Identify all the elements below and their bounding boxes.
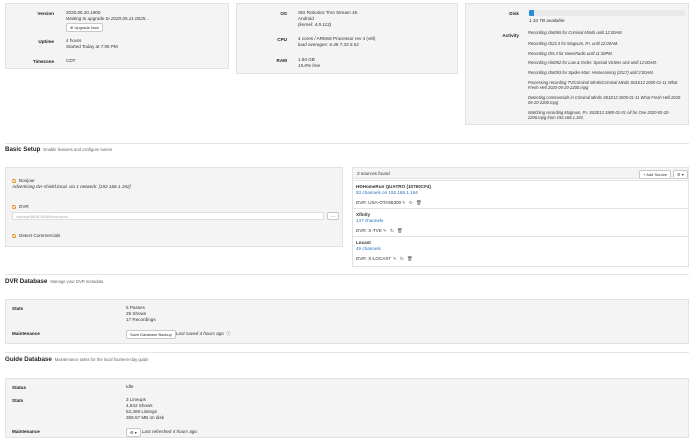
source-dvr: DVR: USA-OTA55300 — [356, 200, 402, 205]
dvr-database-panel: Stats 6 Passes 29 Shows 17 Recordings Ma… — [5, 299, 689, 344]
save-database-backup-button[interactable]: Save Database Backup — [126, 330, 176, 339]
system-info-panel: Version 2020.05.20.1900 Waiting to upgra… — [5, 3, 229, 69]
activity-item: Recording ch5.4 for NewsRadio until 11:3… — [528, 51, 613, 56]
disk-label: Disk — [509, 11, 519, 16]
cpu-load: load averages: 6.48 7.33 6.52 — [298, 42, 359, 47]
timezone-value: CDT — [66, 58, 76, 63]
trash-icon[interactable]: 🗑 — [416, 200, 422, 205]
section-divider — [5, 143, 689, 144]
dvr-path-value: /storage/8838-8938/recordsdvr — [16, 214, 68, 219]
guide-database-subtitle: Maintenance tasks for the local fourteen… — [54, 357, 149, 362]
guide-maintenance-label: Maintenance — [12, 429, 40, 434]
source-detail[interactable]: 53 channels on 192.168.1.164 — [356, 190, 418, 196]
activity-label: Activity — [502, 33, 519, 38]
section-divider — [5, 352, 689, 353]
guide-status-value: Idle — [126, 384, 134, 389]
dvr-stats-label: Stats — [12, 306, 24, 311]
disk-usage-fill — [529, 10, 534, 16]
source-item: HDHomeRun QUATRO (10760CF4) 53 channels … — [352, 180, 689, 208]
activity-item: Recording ch6052 for Law & Order: Specia… — [528, 60, 657, 65]
basic-setup-heading: Basic Setup Enable features and configure… — [5, 146, 112, 153]
add-source-button[interactable]: + Add Source — [639, 170, 672, 179]
refresh-icon[interactable]: ↻ — [390, 228, 394, 233]
sources-header: 3 sources found + Add Source ⚙ ▾ — [352, 167, 689, 179]
timezone-label: Timezone — [32, 59, 54, 64]
source-item: Locast 49 channels DVR: X-LOCAST ✎ ↻ 🗑 — [352, 236, 689, 266]
basic-setup-title: Basic Setup — [5, 146, 41, 153]
guide-maintenance-menu-button[interactable]: ⚙ ▾ — [126, 428, 141, 437]
ram-free: 15.8% free — [298, 63, 321, 68]
source-dvr: DVR: X-LOCAST — [356, 256, 392, 261]
info-icon[interactable]: ⓘ — [226, 331, 230, 336]
sources-count: 3 sources found — [357, 171, 390, 176]
upgrade-now-label: Upgrade Now — [74, 25, 99, 30]
guide-database-panel: Status Idle Stats 3 Lineups 4,842 Shows … — [5, 378, 689, 438]
disk-available: 1.34 TB available — [529, 18, 565, 23]
detect-commercials-checkbox[interactable] — [12, 234, 16, 238]
dvr-maintenance-label: Maintenance — [12, 331, 40, 336]
basic-setup-panel: Bonjour Advertising dvr-shield.local. vi… — [5, 167, 343, 247]
edit-icon[interactable]: ✎ — [402, 200, 406, 205]
os-kernel: (kernel: 4.9.113) — [298, 22, 332, 27]
uptime-started: Started Today at 7:05 PM — [66, 44, 118, 49]
dvr-path-input[interactable]: /storage/8838-8938/recordsdvr — [12, 212, 324, 220]
refresh-icon[interactable]: ↻ — [409, 200, 413, 205]
dvr-database-heading: DVR Database Manage your DVR metadata — [5, 278, 103, 285]
source-detail[interactable]: 49 channels — [356, 246, 381, 252]
section-divider — [5, 274, 689, 275]
disk-usage-bar — [529, 10, 685, 16]
dvr-last-saved: Last saved 4 hours ago — [176, 331, 224, 336]
activity-item: Recording ch23.3 for Magnum, P.I. until … — [528, 41, 619, 46]
source-detail[interactable]: 147 channels — [356, 218, 383, 224]
dvr-browse-button[interactable]: ··· — [327, 212, 339, 220]
edit-icon[interactable]: ✎ — [393, 256, 397, 261]
guide-stats-label: Stats — [12, 398, 24, 403]
source-item: Xfinity 147 channels DVR: X-TVE ✎ ↻ 🗑 — [352, 208, 689, 236]
sources-settings-button[interactable]: ⚙ ▾ — [673, 170, 688, 179]
guide-stat-disk: 358.57 MB on disk — [126, 415, 165, 420]
guide-database-title: Guide Database — [5, 356, 52, 363]
trash-icon[interactable]: 🗑 — [407, 256, 413, 261]
activity-item: Watching recording Magnum, P.I. S03E13 1… — [528, 110, 670, 121]
version-upgrade-note: Waiting to upgrade to 2020.05.21.0025... — [66, 16, 150, 21]
source-dvr: DVR: X-TVE — [356, 228, 382, 233]
activity-item: Recording ch6093 for Spider-Man: Homecom… — [528, 70, 654, 75]
guide-last-refreshed: Last refreshed 4 hours ago — [142, 429, 197, 434]
guide-status-label: Status — [12, 385, 27, 390]
ram-label: RAM — [276, 58, 287, 63]
guide-database-heading: Guide Database Maintenance tasks for the … — [5, 356, 149, 363]
activity-item: Detecting commercials in Criminal Minds … — [528, 95, 682, 106]
version-label: Version — [37, 11, 54, 16]
chevron-down-icon: ▾ — [134, 430, 137, 435]
trash-icon[interactable]: 🗑 — [397, 228, 403, 233]
edit-icon[interactable]: ✎ — [383, 228, 387, 233]
uptime-label: Uptime — [38, 39, 54, 44]
dvr-stat-recordings: 17 Recordings — [126, 317, 156, 322]
activity-item: Processing recording TV/Criminal Minds/C… — [528, 80, 678, 91]
basic-setup-subtitle: Enable features and configure tuners — [43, 147, 113, 152]
os-label: OS — [280, 11, 287, 16]
activity-item: Recording ch6065 for Criminal Minds unti… — [528, 30, 623, 35]
dvr-database-title: DVR Database — [5, 278, 48, 285]
hardware-info-panel: OS SEI Robotics TiVo Stream 4K Android (… — [236, 3, 458, 74]
gear-icon: ⚙ — [130, 430, 134, 435]
dvr-database-subtitle: Manage your DVR metadata — [50, 279, 104, 284]
bonjour-note: Advertising dvr-shield.local. via 1 netw… — [12, 184, 131, 189]
cpu-label: CPU — [277, 37, 287, 42]
refresh-icon[interactable]: ↻ — [400, 256, 404, 261]
upgrade-now-button[interactable]: ⊕ Upgrade Now — [66, 23, 103, 32]
dvr-label: DVR — [19, 204, 29, 209]
dvr-checkbox[interactable] — [12, 205, 16, 209]
bonjour-checkbox[interactable] — [12, 179, 16, 183]
detect-commercials-label: Detect Commercials — [19, 233, 61, 238]
